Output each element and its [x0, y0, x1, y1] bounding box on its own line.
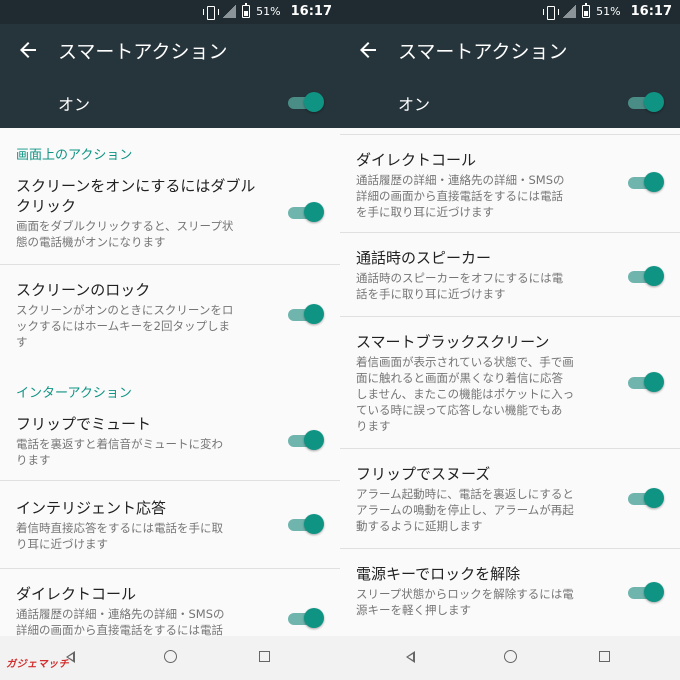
status-time: 16:17 [630, 4, 672, 19]
nav-home-icon[interactable] [504, 650, 517, 663]
setting-desc: 通話履歴の詳細・連絡先の詳細・SMSの 詳細の画面から直接電話をするには電話 [16, 607, 225, 636]
toggle-switch[interactable] [288, 304, 324, 324]
setting-title: フリップでミュート [16, 415, 152, 433]
setting-desc: 画面をダブルクリックすると、スリープ状 態の電話機がオンになります [16, 219, 234, 249]
navigation-bar [340, 636, 680, 680]
watermark-logo: ガジェマッチ [6, 659, 69, 670]
setting-title: フリップでスヌーズ [356, 465, 491, 483]
settings-list[interactable]: 画面上のアクション スクリーンをオンにするにはダブル クリック 画面をダブルクリ… [0, 128, 340, 636]
setting-flip-mute[interactable]: フリップでミュート 電話を裏返すと着信音がミュートに変わ ります [0, 410, 340, 470]
setting-desc: スリープ状態からロックを解除するには電 源キーを軽く押します [356, 587, 574, 617]
setting-title: ダイレクトコール [356, 151, 477, 169]
divider [340, 316, 680, 317]
setting-title: ダイレクトコール [16, 585, 137, 603]
status-time: 16:17 [290, 4, 332, 19]
toggle-switch[interactable] [628, 488, 664, 508]
nav-recents-icon[interactable] [599, 651, 610, 662]
setting-direct-call[interactable]: ダイレクトコール 通話履歴の詳細・連絡先の詳細・SMSの 詳細の画面から直接電話… [0, 580, 340, 636]
settings-list[interactable]: ダイレクトコール 通話履歴の詳細・連絡先の詳細・SMSの 詳細の画面から直接電話… [340, 128, 680, 636]
divider [0, 480, 340, 481]
setting-title: インテリジェント応答 [16, 499, 167, 517]
toggle-switch[interactable] [288, 514, 324, 534]
master-toggle[interactable] [288, 92, 324, 112]
setting-desc: 着信画面が表示されている状態で、手で画 面に触れると画面が黒くなり着信に応答 し… [356, 355, 575, 433]
nav-recents-icon[interactable] [259, 651, 270, 662]
master-toggle[interactable] [628, 92, 664, 112]
toggle-switch[interactable] [288, 430, 324, 450]
nav-home-icon[interactable] [164, 650, 177, 663]
app-bar: スマートアクション [340, 24, 680, 76]
setting-desc: 電話を裏返すと着信音がミュートに変わ ります [16, 437, 223, 467]
toggle-switch[interactable] [628, 372, 664, 392]
app-bar: スマートアクション [0, 24, 340, 76]
page-title: スマートアクション [58, 41, 228, 63]
toggle-switch[interactable] [288, 202, 324, 222]
nav-back-icon[interactable] [406, 651, 415, 663]
battery-percent: 51% [596, 5, 621, 18]
setting-title: 通話時のスピーカー [356, 249, 492, 267]
back-arrow-icon[interactable] [356, 38, 380, 62]
setting-title: スマートブラックスクリーン [356, 333, 550, 351]
divider [0, 264, 340, 265]
setting-desc: 通話履歴の詳細・連絡先の詳細・SMSの 詳細の画面から直接電話をするには電話 を… [356, 173, 565, 219]
battery-icon [242, 3, 251, 18]
back-arrow-icon[interactable] [16, 38, 40, 62]
setting-title: スクリーンのロック [16, 281, 151, 299]
divider [340, 134, 680, 135]
setting-screen-lock[interactable]: スクリーンのロック スクリーンがオンのときにスクリーンをロ ックするにはホームキ… [0, 276, 340, 376]
setting-desc: 着信時直接応答をするには電話を手に取 り耳に近づけます [16, 521, 223, 551]
setting-intelligent-answer[interactable]: インテリジェント応答 着信時直接応答をするには電話を手に取 り耳に近づけます [0, 494, 340, 554]
divider [0, 568, 340, 569]
no-signal-icon [223, 5, 237, 18]
status-bar: 51% 16:17 [0, 0, 340, 24]
no-signal-icon [563, 5, 577, 18]
toggle-switch[interactable] [628, 172, 664, 192]
toggle-switch[interactable] [628, 266, 664, 286]
master-switch-label: オン [398, 95, 431, 114]
master-switch-label: オン [58, 95, 91, 114]
setting-flip-snooze[interactable]: フリップでスヌーズ アラーム起動時に、電話を裏返しにすると アラームの鳴動を停止… [340, 460, 680, 542]
toggle-switch[interactable] [628, 582, 664, 602]
vibrate-icon [543, 5, 560, 20]
section-header-inter-actions: インターアクション [16, 386, 132, 401]
setting-desc: アラーム起動時に、電話を裏返しにすると アラームの鳴動を停止し、アラームが再起 … [356, 487, 574, 533]
divider [340, 232, 680, 233]
divider [340, 548, 680, 549]
setting-desc: 通話時のスピーカーをオフにするには電 話を手に取り耳に近づけます [356, 271, 564, 301]
vibrate-icon [203, 5, 220, 20]
battery-icon [582, 3, 591, 18]
left-screen: 51% 16:17 スマートアクション オン 画面上のアクション スクリーンをオ… [0, 0, 340, 680]
setting-title: 電源キーでロックを解除 [356, 565, 521, 583]
page-title: スマートアクション [398, 41, 568, 63]
divider [340, 448, 680, 449]
status-bar: 51% 16:17 [340, 0, 680, 24]
setting-desc: スクリーンがオンのときにスクリーンをロ ックするにはホームキーを2回タップしま … [16, 303, 234, 349]
setting-smart-black-screen[interactable]: スマートブラックスクリーン 着信画面が表示されている状態で、手で画 面に触れると… [340, 328, 680, 444]
section-header-screen-actions: 画面上のアクション [16, 148, 133, 163]
setting-title: スクリーンをオンにするにはダブル クリック [16, 177, 256, 215]
setting-direct-call[interactable]: ダイレクトコール 通話履歴の詳細・連絡先の詳細・SMSの 詳細の画面から直接電話… [340, 146, 680, 228]
right-screen: 51% 16:17 スマートアクション オン ダイレクトコール 通話履歴の詳細・… [340, 0, 680, 680]
setting-double-click-wake[interactable]: スクリーンをオンにするにはダブル クリック 画面をダブルクリックすると、スリープ… [0, 172, 340, 264]
master-switch-row[interactable]: オン [0, 76, 340, 128]
setting-call-speaker[interactable]: 通話時のスピーカー 通話時のスピーカーをオフにするには電 話を手に取り耳に近づけ… [340, 244, 680, 304]
toggle-switch[interactable] [288, 608, 324, 628]
master-switch-row[interactable]: オン [340, 76, 680, 128]
setting-power-key-unlock[interactable]: 電源キーでロックを解除 スリープ状態からロックを解除するには電 源キーを軽く押し… [340, 560, 680, 626]
battery-percent: 51% [256, 5, 281, 18]
